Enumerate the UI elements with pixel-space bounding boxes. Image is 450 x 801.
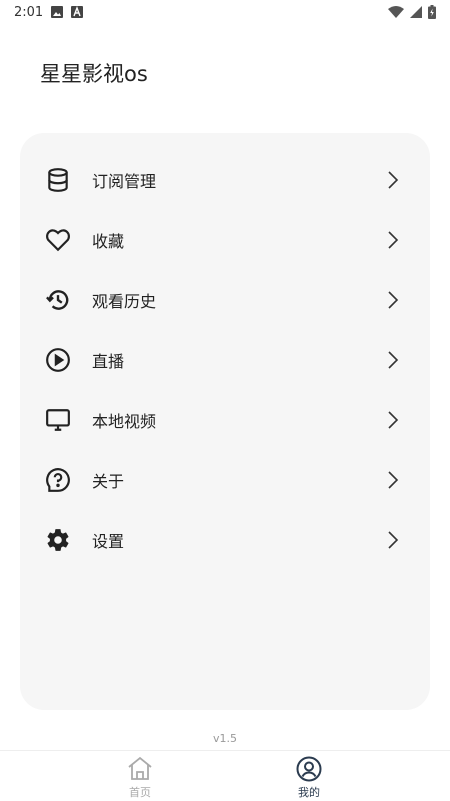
chevron-right-icon xyxy=(386,230,400,250)
status-bar: 2:01 xyxy=(0,0,450,24)
chevron-right-icon xyxy=(386,290,400,310)
a-icon xyxy=(71,6,84,18)
menu-item-label: 设置 xyxy=(92,532,125,551)
home-icon xyxy=(128,756,152,780)
user-circle-icon xyxy=(296,756,322,782)
menu-item-label: 观看历史 xyxy=(92,292,157,311)
status-right xyxy=(388,5,436,19)
status-left: 2:01 xyxy=(14,4,84,20)
menu-item-label: 关于 xyxy=(92,472,125,491)
menu-item-label: 直播 xyxy=(92,352,125,371)
chevron-right-icon xyxy=(386,470,400,490)
menu-item-subscription[interactable]: 订阅管理 xyxy=(20,150,430,210)
menu-card: 订阅管理 收藏 观看历史 直播 本地视频 关于 设置 xyxy=(20,133,430,710)
menu-item-favorites[interactable]: 收藏 xyxy=(20,210,430,270)
menu-item-live[interactable]: 直播 xyxy=(20,330,430,390)
menu-item-history[interactable]: 观看历史 xyxy=(20,270,430,330)
database-icon xyxy=(44,166,72,194)
menu-item-settings[interactable]: 设置 xyxy=(20,510,430,570)
nav-mine[interactable]: 我的 xyxy=(269,755,349,801)
signal-icon xyxy=(410,6,422,18)
bottom-nav: 首页 我的 xyxy=(0,750,450,800)
heart-icon xyxy=(44,226,72,254)
battery-charging-icon xyxy=(428,5,436,19)
nav-home[interactable]: 首页 xyxy=(100,755,180,801)
wifi-icon xyxy=(388,6,404,18)
menu-item-about[interactable]: 关于 xyxy=(20,450,430,510)
app-title: 星星影视os xyxy=(40,62,148,86)
status-time: 2:01 xyxy=(14,4,44,20)
history-icon xyxy=(44,286,72,314)
chevron-right-icon xyxy=(386,410,400,430)
monitor-icon xyxy=(44,406,72,434)
menu-item-label: 收藏 xyxy=(92,232,125,251)
chevron-right-icon xyxy=(386,530,400,550)
menu-item-local-video[interactable]: 本地视频 xyxy=(20,390,430,450)
gear-icon xyxy=(44,526,72,554)
chevron-right-icon xyxy=(386,350,400,370)
version-label: v1.5 xyxy=(212,732,237,745)
image-icon xyxy=(51,6,64,18)
play-circle-icon xyxy=(44,346,72,374)
menu-item-label: 本地视频 xyxy=(92,412,157,431)
nav-mine-label: 我的 xyxy=(298,786,320,799)
nav-home-label: 首页 xyxy=(129,786,151,799)
chevron-right-icon xyxy=(386,170,400,190)
help-icon xyxy=(44,466,72,494)
menu-item-label: 订阅管理 xyxy=(92,172,157,191)
